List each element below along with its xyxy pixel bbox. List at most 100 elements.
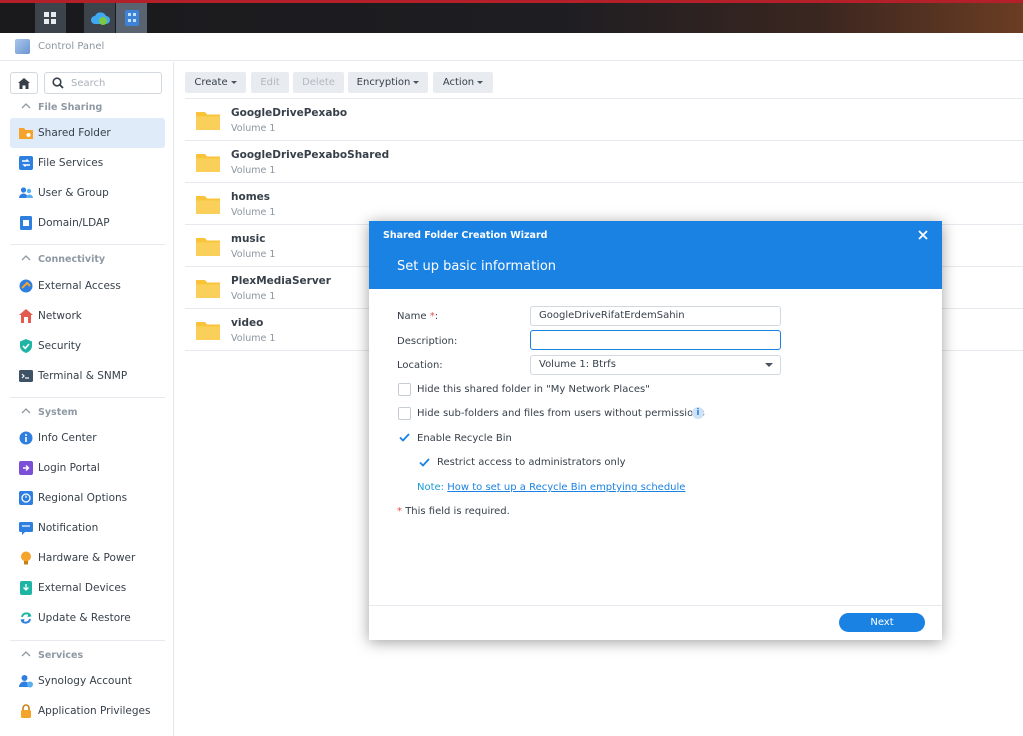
- cloud-sync-taskbar-button[interactable]: [84, 3, 115, 33]
- sidebar-item-regional-options[interactable]: Regional Options: [10, 483, 165, 513]
- restrict-admins-checkbox[interactable]: [418, 456, 431, 469]
- wizard-footer-divider: [369, 605, 942, 606]
- sidebar: File Sharing Shared Folder File Services…: [0, 62, 174, 736]
- name-input[interactable]: GoogleDriveRifatErdemSahin: [530, 306, 781, 326]
- caret-down-icon: [477, 81, 484, 84]
- sidebar-item-security[interactable]: Security: [10, 331, 165, 361]
- folder-icon: [196, 154, 220, 172]
- sidebar-item-label: File Services: [38, 157, 104, 169]
- encryption-button[interactable]: Encryption: [348, 72, 428, 93]
- enable-recycle-bin-checkbox[interactable]: [398, 431, 411, 444]
- external-device-icon: [20, 581, 32, 595]
- search-input[interactable]: [69, 75, 157, 91]
- next-button[interactable]: Next: [839, 613, 925, 632]
- lightbulb-icon: [21, 551, 31, 565]
- notification-icon: [19, 522, 33, 535]
- sidebar-item-external-access[interactable]: External Access: [10, 271, 165, 301]
- section-label: File Sharing: [38, 102, 103, 113]
- sidebar-item-synology-account[interactable]: Synology Account: [10, 666, 165, 696]
- folder-name: PlexMediaServer: [231, 275, 331, 287]
- folder-name: GoogleDrivePexaboShared: [231, 149, 390, 161]
- wizard-step-title: Set up basic information: [397, 259, 557, 274]
- info-icon: [19, 431, 33, 445]
- table-row[interactable]: homes Volume 1: [185, 183, 1023, 225]
- info-icon[interactable]: i: [692, 407, 704, 419]
- hide-subfolders-label: Hide sub-folders and files from users wi…: [417, 408, 705, 419]
- enable-recycle-bin-label: Enable Recycle Bin: [417, 433, 512, 444]
- section-divider: [10, 640, 165, 641]
- sidebar-item-label: Update & Restore: [38, 612, 131, 624]
- chevron-up-icon: [21, 651, 31, 657]
- external-access-icon: [19, 279, 33, 293]
- restrict-admins-label: Restrict access to administrators only: [437, 457, 626, 468]
- sidebar-item-update-restore[interactable]: Update & Restore: [10, 603, 165, 633]
- sidebar-item-label: Synology Account: [38, 675, 132, 687]
- sidebar-item-external-devices[interactable]: External Devices: [10, 573, 165, 603]
- sidebar-item-shared-folder[interactable]: Shared Folder: [10, 118, 165, 148]
- sidebar-item-label: Notification: [38, 522, 99, 534]
- create-button[interactable]: Create: [185, 72, 246, 93]
- sidebar-item-label: Terminal & SNMP: [38, 370, 128, 382]
- sidebar-item-notification[interactable]: Notification: [10, 513, 165, 543]
- description-label: Description:: [397, 336, 458, 347]
- hide-subfolders-checkbox[interactable]: [398, 407, 411, 420]
- sidebar-item-hardware-power[interactable]: Hardware & Power: [10, 543, 165, 573]
- checkmark-icon: [419, 458, 430, 467]
- delete-button[interactable]: Delete: [293, 72, 344, 93]
- sidebar-item-login-portal[interactable]: Login Portal: [10, 453, 165, 483]
- domain-ldap-icon: [20, 216, 32, 230]
- sidebar-item-label: Network: [38, 310, 82, 322]
- section-file-sharing[interactable]: File Sharing: [10, 98, 165, 118]
- folder-icon: [196, 322, 220, 340]
- wizard-header: Shared Folder Creation Wizard Set up bas…: [369, 221, 942, 289]
- location-select[interactable]: Volume 1: Btrfs: [530, 355, 781, 375]
- sidebar-item-domain-ldap[interactable]: Domain/LDAP: [10, 208, 165, 238]
- terminal-icon: [19, 370, 33, 382]
- folder-volume: Volume 1: [231, 165, 276, 176]
- window-titlebar: Control Panel: [0, 33, 1023, 61]
- recycle-bin-schedule-link[interactable]: How to set up a Recycle Bin emptying sch…: [447, 482, 685, 493]
- section-divider: [10, 397, 165, 398]
- location-label: Location:: [397, 360, 443, 371]
- caret-down-icon: [230, 81, 237, 84]
- main-menu-button[interactable]: [35, 3, 66, 33]
- description-input[interactable]: [530, 330, 781, 350]
- table-row[interactable]: GoogleDrivePexaboShared Volume 1: [185, 141, 1023, 183]
- section-label: Connectivity: [38, 254, 106, 265]
- folder-name: music: [231, 233, 266, 245]
- action-button[interactable]: Action: [433, 72, 493, 93]
- chevron-up-icon: [21, 103, 31, 109]
- edit-button[interactable]: Edit: [251, 72, 289, 93]
- folder-icon: [196, 280, 220, 298]
- shared-folder-creation-wizard: Shared Folder Creation Wizard Set up bas…: [369, 221, 942, 640]
- hide-network-places-checkbox[interactable]: [398, 383, 411, 396]
- login-portal-icon: [19, 461, 33, 475]
- folder-icon: [196, 196, 220, 214]
- taskbar: [0, 0, 1023, 33]
- section-services[interactable]: Services: [10, 646, 165, 666]
- name-label: Name *:: [397, 311, 439, 322]
- control-panel-taskbar-button[interactable]: [116, 3, 147, 33]
- checkmark-icon: [399, 433, 410, 442]
- sidebar-item-terminal-snmp[interactable]: Terminal & SNMP: [10, 361, 165, 391]
- section-connectivity[interactable]: Connectivity: [10, 250, 165, 270]
- sidebar-item-label: User & Group: [38, 187, 109, 199]
- control-panel-icon: [124, 10, 139, 26]
- sidebar-item-label: Domain/LDAP: [38, 217, 110, 229]
- table-row[interactable]: GoogleDrivePexabo Volume 1: [185, 99, 1023, 141]
- home-button[interactable]: [10, 72, 38, 94]
- close-icon[interactable]: [917, 229, 929, 241]
- sidebar-item-label: Hardware & Power: [38, 552, 136, 564]
- hide-network-places-label: Hide this shared folder in "My Network P…: [417, 384, 650, 395]
- sidebar-item-file-services[interactable]: File Services: [10, 148, 165, 178]
- folder-volume: Volume 1: [231, 123, 276, 134]
- sidebar-item-network[interactable]: Network: [10, 301, 165, 331]
- chevron-up-icon: [21, 255, 31, 261]
- sidebar-item-info-center[interactable]: Info Center: [10, 423, 165, 453]
- chevron-down-icon: [765, 363, 773, 367]
- sidebar-item-user-group[interactable]: User & Group: [10, 178, 165, 208]
- sidebar-item-application-privileges[interactable]: Application Privileges: [10, 696, 165, 726]
- search-box[interactable]: [44, 72, 162, 94]
- sidebar-item-label: Info Center: [38, 432, 97, 444]
- section-system[interactable]: System: [10, 403, 165, 423]
